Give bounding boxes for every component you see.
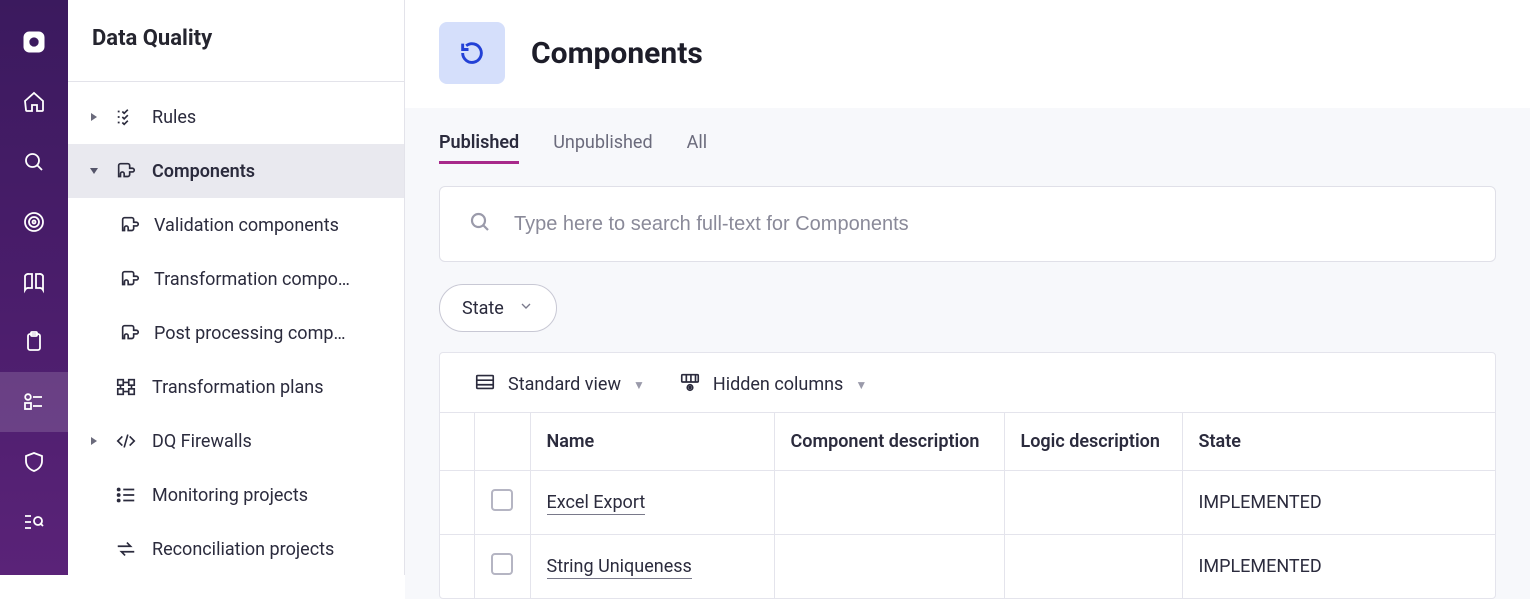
tree-item-rules[interactable]: Rules (68, 90, 404, 144)
cell-state: IMPLEMENTED (1182, 535, 1495, 599)
tree-item-monitoring[interactable]: Monitoring projects (68, 468, 404, 522)
page-title: Components (531, 36, 703, 71)
th-check (474, 413, 530, 471)
row-checkbox[interactable] (491, 553, 513, 575)
tree-label: Reconciliation projects (152, 539, 344, 560)
search-icon (468, 210, 492, 238)
search-box (439, 186, 1496, 262)
tree-item-validation[interactable]: Validation components (68, 198, 404, 252)
tree-item-components[interactable]: Components (68, 144, 404, 198)
hidden-columns-button[interactable]: Hidden columns ▼ (679, 371, 867, 398)
main-area: Components Published Unpublished All Sta… (405, 0, 1530, 575)
puzzle-icon (118, 267, 142, 291)
tree-item-dq-firewalls[interactable]: DQ Firewalls (68, 414, 404, 468)
tree-label: Post processing comp… (154, 323, 356, 344)
chevron-down-icon (518, 298, 534, 319)
code-icon (114, 429, 138, 453)
card-toolbar: Standard view ▼ Hidden columns ▼ (440, 353, 1495, 412)
tree-label: Components (152, 161, 265, 182)
hidden-columns-label: Hidden columns (713, 374, 843, 395)
rules-icon (114, 105, 138, 129)
th-name[interactable]: Name (530, 413, 774, 471)
cell-check (474, 535, 530, 599)
content-band: Published Unpublished All State (405, 108, 1530, 599)
table-row: Excel Export IMPLEMENTED (440, 471, 1495, 535)
puzzle-icon (118, 321, 142, 345)
hidden-columns-icon (679, 371, 701, 398)
cell-expand[interactable] (440, 471, 474, 535)
tree-label: Monitoring projects (152, 485, 318, 506)
search-input[interactable] (514, 213, 1467, 236)
cell-state: IMPLEMENTED (1182, 471, 1495, 535)
cell-logic-description (1004, 471, 1182, 535)
cell-component-description (774, 535, 1004, 599)
tab-all[interactable]: All (687, 132, 708, 164)
results-card: Standard view ▼ Hidden columns ▼ (439, 352, 1496, 599)
dropdown-triangle-icon: ▼ (855, 378, 867, 392)
tree-item-transformation[interactable]: Transformation compo… (68, 252, 404, 306)
caret-collapsed-icon (88, 112, 100, 122)
main-header: Components (405, 0, 1530, 108)
puzzle-icon (114, 159, 138, 183)
tree-item-transformation-plans[interactable]: Transformation plans (68, 360, 404, 414)
table-header-row: Name Component description Logic descrip… (440, 413, 1495, 471)
plan-icon (114, 375, 138, 399)
standard-view-button[interactable]: Standard view ▼ (474, 371, 645, 398)
nav-tree: Rules Components Validation components T… (68, 82, 404, 575)
cell-expand[interactable] (440, 535, 474, 599)
tree-label: Transformation plans (152, 377, 334, 398)
th-state[interactable]: State (1182, 413, 1495, 471)
filter-state-label: State (462, 298, 504, 319)
puzzle-icon (118, 213, 142, 237)
th-logic-description[interactable]: Logic description (1004, 413, 1182, 471)
refresh-button[interactable] (439, 22, 505, 84)
filters-row: State (439, 284, 1496, 332)
standard-view-label: Standard view (508, 374, 621, 395)
cell-name: Excel Export (530, 471, 774, 535)
cell-component-description (774, 471, 1004, 535)
tree-item-post-processing[interactable]: Post processing comp… (68, 306, 404, 360)
results-table: Name Component description Logic descrip… (440, 412, 1495, 598)
table-view-icon (474, 371, 496, 398)
rail-catalog[interactable] (0, 252, 68, 312)
sync-icon (114, 537, 138, 561)
rail-shield[interactable] (0, 432, 68, 492)
dropdown-triangle-icon: ▼ (633, 378, 645, 392)
tree-label: Transformation compo… (154, 269, 360, 290)
th-expand (440, 413, 474, 471)
tree-label: Validation components (154, 215, 349, 236)
rail-quality[interactable] (0, 372, 68, 432)
sidebar-title: Data Quality (68, 0, 404, 82)
filter-state[interactable]: State (439, 284, 557, 332)
table-row: String Uniqueness IMPLEMENTED (440, 535, 1495, 599)
cell-check (474, 471, 530, 535)
cell-logic-description (1004, 535, 1182, 599)
tab-published[interactable]: Published (439, 132, 519, 164)
rail-explore[interactable] (0, 492, 68, 552)
rail-home[interactable] (0, 72, 68, 132)
tree-label: Rules (152, 107, 206, 128)
cell-name: String Uniqueness (530, 535, 774, 599)
row-link[interactable]: Excel Export (547, 492, 646, 515)
caret-expanded-icon (88, 166, 100, 176)
th-component-description[interactable]: Component description (774, 413, 1004, 471)
tree-label: DQ Firewalls (152, 431, 262, 452)
tab-unpublished[interactable]: Unpublished (553, 132, 652, 164)
icon-rail (0, 0, 68, 575)
tabs: Published Unpublished All (439, 132, 1496, 164)
app-logo (0, 12, 68, 72)
row-checkbox[interactable] (491, 489, 513, 511)
rail-clipboard[interactable] (0, 312, 68, 372)
rail-target[interactable] (0, 192, 68, 252)
row-link[interactable]: String Uniqueness (547, 556, 692, 579)
tree-item-reconciliation[interactable]: Reconciliation projects (68, 522, 404, 575)
rail-search[interactable] (0, 132, 68, 192)
sidebar: Data Quality Rules Components Valida (68, 0, 405, 575)
list-icon (114, 483, 138, 507)
caret-collapsed-icon (88, 436, 100, 446)
